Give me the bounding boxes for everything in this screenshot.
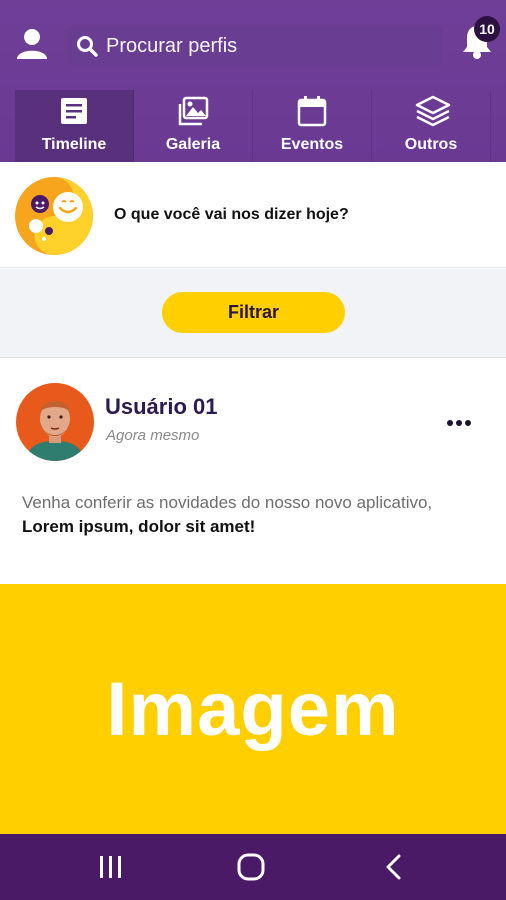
post-image[interactable]: Imagem: [0, 584, 506, 834]
document-icon: [57, 94, 91, 128]
tab-label: Galeria: [165, 136, 221, 153]
post-card: Usuário 01 Agora mesmo Venha conferir as…: [0, 359, 506, 584]
post-timestamp: Agora mesmo: [106, 427, 200, 444]
composer-prompt: O que você vai nos dizer hoje?: [114, 206, 349, 223]
filter-button[interactable]: Filtrar: [162, 292, 345, 333]
filter-section: Filtrar: [0, 269, 506, 358]
tab-galeria[interactable]: Galeria: [134, 90, 253, 162]
post-image-label: Imagem: [106, 666, 400, 752]
post-body-bold: Lorem ipsum, dolor sit amet!: [22, 517, 256, 536]
search-placeholder: Procurar perfis: [106, 34, 238, 57]
tab-label: Timeline: [41, 136, 107, 153]
tab-eventos[interactable]: Eventos: [253, 90, 372, 162]
tab-timeline[interactable]: Timeline: [15, 90, 134, 162]
avatar[interactable]: [16, 383, 94, 461]
search-icon: [76, 35, 98, 57]
home-icon[interactable]: [234, 852, 268, 882]
emoji-avatar: [14, 176, 94, 256]
gallery-icon: [176, 94, 210, 128]
tab-outros[interactable]: Outros: [372, 90, 491, 162]
recents-icon[interactable]: [94, 852, 128, 882]
app-header: Procurar perfis 10 Timeline Galeria Even…: [0, 0, 506, 162]
tab-label: Eventos: [280, 136, 344, 153]
user-icon[interactable]: [14, 26, 50, 62]
back-icon[interactable]: [378, 852, 412, 882]
search-input[interactable]: Procurar perfis: [66, 26, 442, 66]
notification-badge: 10: [474, 16, 500, 42]
more-options-icon[interactable]: [444, 411, 474, 435]
post-body-text: Venha conferir as novidades do nosso nov…: [22, 493, 433, 512]
layers-icon: [414, 94, 451, 128]
system-nav-bar: [0, 834, 506, 900]
tab-label: Outros: [404, 136, 458, 153]
calendar-icon: [295, 94, 329, 128]
post-composer[interactable]: O que você vai nos dizer hoje?: [0, 162, 506, 268]
tab-bar: Timeline Galeria Eventos Outros: [0, 90, 506, 162]
post-body: Venha conferir as novidades do nosso nov…: [22, 491, 492, 539]
post-author[interactable]: Usuário 01: [105, 394, 218, 420]
